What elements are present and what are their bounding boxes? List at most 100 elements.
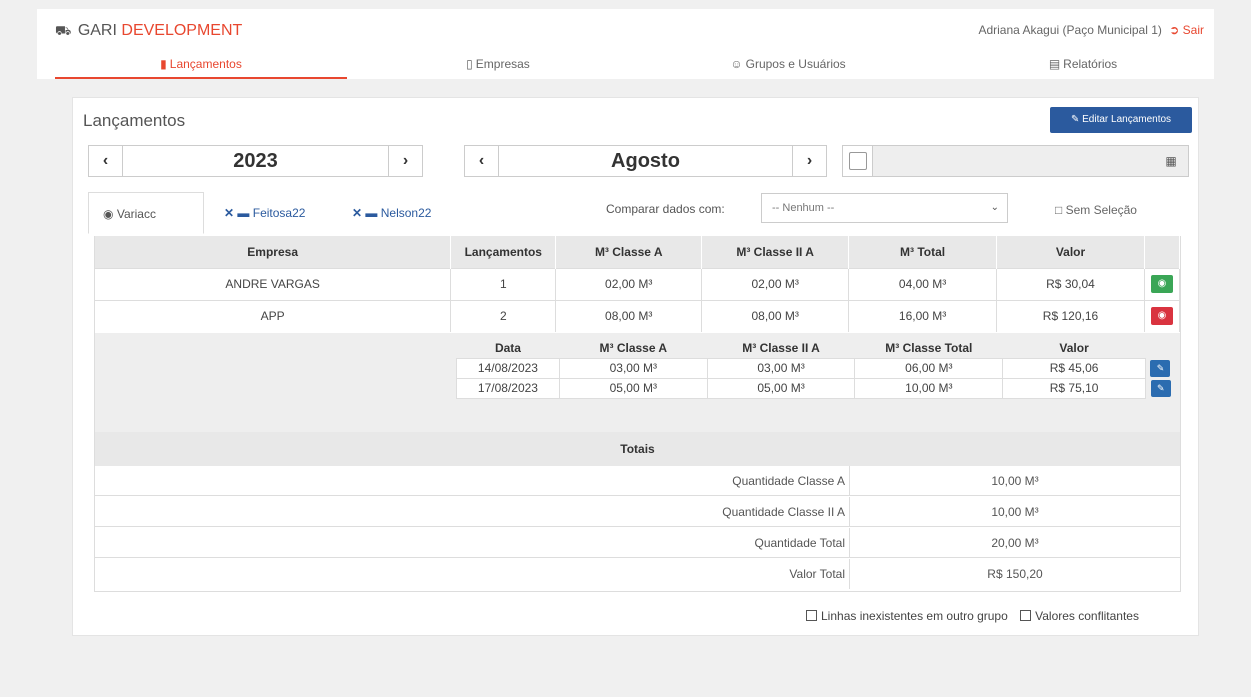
close-icon[interactable]: ✕ [224,206,234,220]
date-picker: ▦ [842,145,1189,177]
cell-valor: R$ 75,10 [1002,377,1146,399]
col-data: Data [494,341,521,356]
cell-valor: R$ 45,06 [1002,357,1146,379]
chevron-down-icon: ⌄ [990,202,999,213]
cell-classe-iia: 02,00 M³ [701,267,850,300]
col-classe-iia: M³ Classe II A [742,341,820,356]
totals-label: Valor Total [95,559,850,589]
totals-label: Quantidade Classe A [95,466,850,496]
compare-selected: -- Nenhum -- [772,202,835,214]
logout-icon: ➲ [1169,23,1180,37]
show-details-button[interactable]: ◉ [1150,275,1173,293]
cell-classe-a: 08,00 M³ [555,299,703,332]
cell-data: 17/08/2023 [456,377,560,399]
hide-details-button[interactable]: ◉ [1150,307,1173,326]
edit-row-button[interactable]: ✎ [1150,359,1171,377]
tab-relatorios-label: Relatórios [1063,57,1118,71]
cell-valor: R$ 30,04 [996,267,1145,300]
table-header: Empresa Lançamentos M³ Classe A M³ Class… [95,236,1181,268]
year-stepper: ‹ 2023 › [88,145,423,177]
totals-label: Quantidade Classe II A [95,497,850,527]
folder-icon: ▬ [237,206,250,220]
folder-icon: ▬ [365,206,378,220]
month-next-button[interactable]: › [792,146,826,176]
totals-value: R$ 150,20 [987,567,1043,581]
detail-header: Data M³ Classe A M³ Classe II A M³ Class… [457,339,1176,358]
page-title: Lançamentos [83,111,186,130]
table-row: APP 2 08,00 M³ 08,00 M³ 16,00 M³ R$ 120,… [95,299,1181,332]
date-checkbox-wrap [843,146,873,176]
cell-classe-iia: 08,00 M³ [701,299,850,332]
tab-lancamentos-label: Lançamentos [169,57,242,71]
detail-row: 14/08/2023 03,00 M³ 03,00 M³ 06,00 M³ R$… [456,357,1176,379]
cell-classe-a: 03,00 M³ [558,357,708,379]
tab-relatorios[interactable]: ▤ Relatórios [1023,55,1143,79]
missing-lines-checkbox[interactable] [806,610,817,621]
month-value: Agosto [611,150,680,172]
users-icon: ☺ [730,57,743,71]
totals-value: 10,00 M³ [991,505,1039,519]
building-icon: ▯ [466,57,473,71]
no-selection-label: Sem Seleção [1065,203,1137,217]
tab-grupos-label: Grupos e Usuários [745,57,846,71]
totals-title: Totais [95,432,1180,466]
cell-total: 04,00 M³ [848,267,998,300]
cell-action: ✎ [1145,378,1176,398]
cell-lanc: 1 [450,267,557,300]
main-nav: ▮ Lançamentos ▯ Empresas ☺ Grupos e Usuário… [55,55,1205,79]
totals-row: Valor Total R$ 150,20 [95,559,1180,589]
book-icon: ▮ [160,57,167,71]
compare-label: Comparar dados com: [606,202,725,216]
calendar-icon[interactable]: ▦ [1154,146,1188,176]
date-checkbox[interactable] [849,152,867,170]
edit-lancamentos-button[interactable]: ✎ Editar Lançamentos [1050,107,1192,133]
close-icon[interactable]: ✕ [352,206,362,220]
logout-link[interactable]: ➲ Sair [1169,23,1204,37]
month-stepper: ‹ Agosto › [464,145,827,177]
group-icon: ◉ [103,207,114,221]
tab-grupos[interactable]: ☺ Grupos e Usuários [703,55,873,79]
tab-empresas-label: Empresas [475,57,530,71]
lancamentos-table: Empresa Lançamentos M³ Classe A M³ Class… [94,236,1181,592]
cell-classe-iia: 03,00 M³ [706,357,856,379]
tab-empresas[interactable]: ▯ Empresas [438,55,558,79]
tab-nelson22[interactable]: ✕ ▬ Nelson22 [338,192,445,234]
user-name: Adriana Akagui (Paço Municipal 1) [978,23,1162,37]
top-navbar: ⛟ GARI DEVELOPMENT Adriana Akagui (Paço … [37,9,1214,79]
conflicting-values-label: Valores conflitantes [1035,609,1139,623]
totals-value: 20,00 M³ [991,536,1039,550]
year-next-button[interactable]: › [388,146,422,176]
tab-nelson22-label: Nelson22 [380,206,432,220]
cell-empresa: APP [95,299,452,332]
brand-logo[interactable]: ⛟ GARI DEVELOPMENT [55,22,242,41]
tab-variacc[interactable]: ◉ Variacc [88,192,204,234]
totals-row: Quantidade Classe A 10,00 M³ [95,466,1180,496]
col-valor: Valor [1059,341,1089,356]
truck-icon: ⛟ [55,23,72,38]
brand-prefix: GARI [77,22,117,39]
year-prev-button[interactable]: ‹ [89,146,123,176]
month-prev-button[interactable]: ‹ [465,146,499,176]
totals-value: 10,00 M³ [991,474,1039,488]
detail-table: Data M³ Classe A M³ Classe II A M³ Class… [456,339,1176,399]
tab-lancamentos[interactable]: ▮ Lançamentos [55,55,347,79]
logout-label: Sair [1182,23,1204,37]
detail-panel: Data M³ Classe A M³ Classe II A M³ Class… [95,333,1180,432]
no-selection-toggle[interactable]: □ Sem Seleção [1055,203,1137,217]
cell-total: 06,00 M³ [854,357,1004,379]
col-empresa: Empresa [95,236,452,268]
col-classe-a: M³ Classe A [599,341,668,356]
user-info: Adriana Akagui (Paço Municipal 1) ➲ Sair [978,23,1204,37]
totals-label: Quantidade Total [95,528,850,558]
cell-total: 16,00 M³ [848,299,998,332]
tab-feitosa22[interactable]: ✕ ▬ Feitosa22 [210,192,319,234]
cell-classe-a: 05,00 M³ [558,377,708,399]
filter-checkboxes: Linhas inexistentes em outro grupo Valor… [806,609,1139,623]
edit-row-button[interactable]: ✎ [1150,379,1171,397]
conflicting-values-checkbox[interactable] [1020,610,1032,621]
col-action [1145,339,1175,358]
compare-select[interactable]: -- Nenhum -- ⌄ [761,193,1008,223]
report-icon: ▤ [1048,57,1061,71]
table-row: ANDRE VARGAS 1 02,00 M³ 02,00 M³ 04,00 M… [95,267,1181,300]
edit-icon: ✎ [1070,114,1080,125]
